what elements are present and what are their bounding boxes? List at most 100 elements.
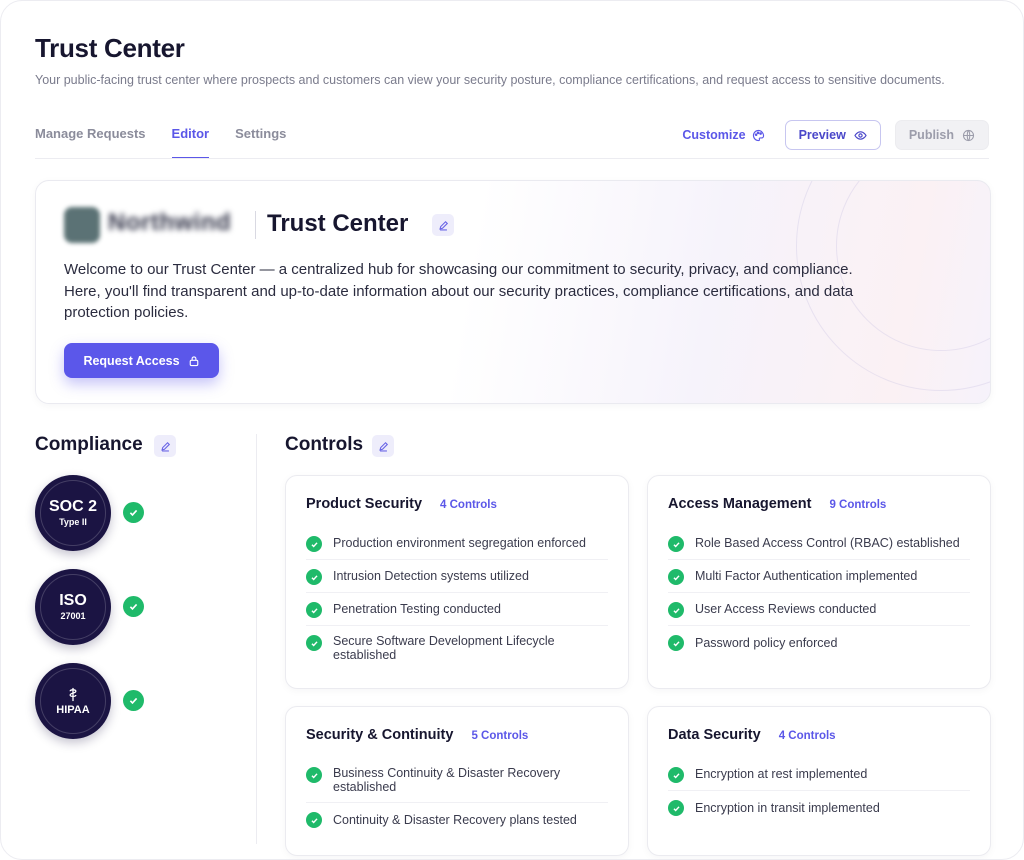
check-circle-icon	[668, 569, 684, 585]
control-card-security-continuity[interactable]: Security & Continuity 5 Controls Busines…	[285, 706, 629, 856]
check-circle-icon	[306, 767, 322, 783]
check-circle-icon	[123, 502, 144, 523]
pencil-icon	[438, 220, 448, 231]
control-label: User Access Reviews conducted	[695, 602, 877, 616]
preview-label: Preview	[798, 128, 846, 142]
control-label: Continuity & Disaster Recovery plans tes…	[333, 812, 577, 827]
card-title: Product Security	[306, 496, 423, 512]
customize-button[interactable]: Customize	[682, 128, 764, 142]
control-item: Password policy enforced	[668, 626, 970, 659]
palette-icon	[752, 129, 764, 141]
control-list: Encryption at rest implemented Encryptio…	[668, 758, 970, 824]
eye-icon	[854, 130, 867, 140]
trust-center-hero: Northwind Trust Center Welcome to our Tr…	[35, 180, 991, 404]
publish-label: Publish	[908, 128, 954, 142]
badge-subtitle: Type II	[59, 517, 87, 527]
tab-manage-requests[interactable]: Manage Requests	[35, 119, 146, 159]
customize-label: Customize	[682, 128, 746, 142]
control-label: Secure Software Development Lifecycle es…	[333, 634, 555, 662]
tab-settings[interactable]: Settings	[235, 119, 286, 159]
preview-button[interactable]: Preview	[784, 120, 881, 150]
control-list: Business Continuity & Disaster Recovery …	[306, 758, 608, 836]
check-circle-icon	[306, 812, 322, 828]
check-circle-icon	[306, 635, 322, 651]
card-header: Access Management 9 Controls	[668, 496, 886, 512]
badge-subtitle: 27001	[60, 611, 86, 621]
control-label: Role Based Access Control (RBAC) establi…	[695, 536, 960, 550]
hero-description: Welcome to our Trust Center — a centrali…	[64, 261, 854, 321]
check-circle-icon	[123, 690, 144, 711]
request-access-button[interactable]: Request Access	[64, 343, 219, 378]
tab-bar: Manage Requests Editor Settings	[35, 119, 312, 159]
card-header: Product Security 4 Controls	[306, 496, 497, 512]
control-label: Multi Factor Authentication implemented	[695, 569, 918, 583]
card-title: Security & Continuity	[306, 727, 454, 743]
card-header: Security & Continuity 5 Controls	[306, 727, 528, 743]
check-circle-icon	[668, 800, 684, 816]
caduceus-icon	[69, 687, 77, 701]
control-item: Encryption in transit implemented	[668, 791, 970, 824]
tab-editor[interactable]: Editor	[171, 119, 210, 159]
control-card-access-management[interactable]: Access Management 9 Controls Role Based …	[647, 475, 991, 689]
control-item: Role Based Access Control (RBAC) establi…	[668, 527, 970, 560]
card-header: Data Security 4 Controls	[668, 727, 836, 743]
page-title: Trust Center	[35, 33, 185, 63]
control-item: Intrusion Detection systems utilized	[306, 560, 608, 593]
iso27001-badge: ISO 27001	[35, 569, 111, 645]
hero-title: Trust Center	[267, 210, 409, 237]
check-circle-icon	[123, 596, 144, 617]
toolbar: Customize Preview Publish	[682, 120, 989, 150]
brand-name: Northwind	[108, 209, 232, 236]
tabs-divider	[35, 158, 989, 159]
card-count[interactable]: 4 Controls	[440, 499, 497, 511]
control-item: Multi Factor Authentication implemented	[668, 560, 970, 593]
check-circle-icon	[668, 602, 684, 618]
control-label: Business Continuity & Disaster Recovery …	[333, 766, 561, 794]
hipaa-badge: HIPAA	[35, 663, 111, 739]
card-title: Data Security	[668, 727, 761, 743]
badge-title: SOC 2	[48, 498, 97, 515]
control-card-product-security[interactable]: Product Security 4 Controls Production e…	[285, 475, 629, 689]
control-item: Penetration Testing conducted	[306, 593, 608, 626]
card-count[interactable]: 5 Controls	[471, 730, 528, 742]
soc2-badge: SOC 2 Type II	[35, 475, 111, 551]
pencil-icon	[378, 441, 388, 452]
badge-title: ISO	[59, 592, 87, 609]
column-divider	[256, 434, 257, 844]
check-circle-icon	[306, 602, 322, 618]
control-item: Continuity & Disaster Recovery plans tes…	[306, 803, 608, 836]
control-item: Secure Software Development Lifecycle es…	[306, 626, 608, 670]
control-label: Intrusion Detection systems utilized	[333, 569, 529, 583]
lock-icon	[189, 355, 198, 366]
edit-compliance-button[interactable]	[154, 435, 176, 457]
check-circle-icon	[306, 569, 322, 585]
edit-hero-button[interactable]	[432, 214, 454, 236]
pencil-icon	[160, 441, 170, 452]
publish-button[interactable]: Publish	[894, 120, 989, 150]
control-list: Role Based Access Control (RBAC) establi…	[668, 527, 970, 659]
brand-separator	[255, 211, 256, 239]
trust-center-panel: Trust Center Your public-facing trust ce…	[0, 0, 1024, 860]
control-item: Production environment segregation enfor…	[306, 527, 608, 560]
card-count[interactable]: 4 Controls	[779, 730, 836, 742]
control-card-data-security[interactable]: Data Security 4 Controls Encryption at r…	[647, 706, 991, 856]
controls-heading: Controls	[285, 434, 364, 455]
control-item: Encryption at rest implemented	[668, 758, 970, 791]
control-item: Business Continuity & Disaster Recovery …	[306, 758, 608, 803]
check-circle-icon	[668, 536, 684, 552]
control-list: Production environment segregation enfor…	[306, 527, 608, 670]
check-circle-icon	[668, 635, 684, 651]
check-circle-icon	[668, 767, 684, 783]
control-label: Encryption at rest implemented	[695, 767, 868, 781]
check-circle-icon	[306, 536, 322, 552]
control-item: User Access Reviews conducted	[668, 593, 970, 626]
page-subtitle: Your public-facing trust center where pr…	[35, 73, 945, 87]
request-access-label: Request Access	[83, 353, 180, 368]
card-count[interactable]: 9 Controls	[829, 499, 886, 511]
card-title: Access Management	[668, 496, 812, 512]
control-label: Production environment segregation enfor…	[333, 536, 586, 550]
control-label: Encryption in transit implemented	[695, 800, 880, 815]
control-label: Password policy enforced	[695, 635, 838, 650]
edit-controls-button[interactable]	[372, 435, 394, 457]
brand-logo	[64, 207, 100, 243]
